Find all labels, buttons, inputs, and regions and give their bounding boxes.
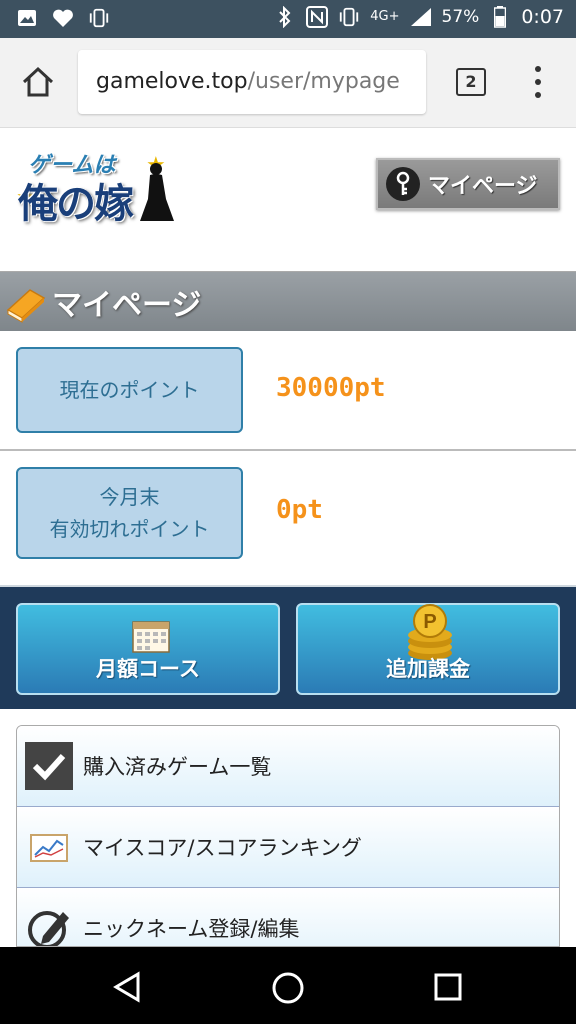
key-icon	[386, 167, 420, 201]
browser-menu-button[interactable]	[530, 66, 546, 98]
checkbox-icon	[25, 742, 73, 790]
recents-square-icon	[434, 973, 462, 1001]
url-path: /user/mypage	[247, 69, 400, 94]
nfc-icon	[306, 6, 329, 28]
menu-item-label: ニックネーム登録/編集	[83, 917, 300, 941]
android-nav-bar	[0, 947, 576, 1024]
menu-item-purchased-games[interactable]: 購入済みゲーム一覧	[17, 726, 559, 807]
svg-text:P: P	[423, 611, 436, 633]
bluetooth-icon	[274, 6, 296, 28]
additional-charge-button[interactable]: P 追加課金	[296, 603, 560, 695]
home-circle-icon	[272, 972, 304, 1004]
menu-item-nickname-edit[interactable]: ニックネーム登録/編集	[17, 888, 559, 946]
action-band: 月額コース P 追加課金	[0, 585, 576, 709]
vibrate-icon	[88, 7, 110, 29]
battery-icon	[489, 6, 511, 28]
book-icon	[6, 288, 46, 323]
back-button[interactable]	[112, 971, 144, 1003]
expiring-points-row: 今月末 有効切れポイント 0pt	[0, 451, 576, 585]
chart-icon	[30, 834, 68, 862]
url-host: gamelove.top	[96, 69, 248, 94]
site-logo[interactable]: ★ ★ ゲームは 俺の嫁	[16, 145, 174, 227]
logo-main-text: 俺の嫁	[18, 180, 134, 227]
monthly-course-button[interactable]: 月額コース	[16, 603, 280, 695]
menu-item-label: マイスコア/スコアランキング	[83, 836, 362, 860]
site-header: ★ ★ ゲームは 俺の嫁 マイページ	[0, 129, 576, 271]
page-title: マイページ	[52, 287, 202, 323]
section-header: マイページ	[0, 271, 576, 331]
network-type: 4G+	[370, 9, 400, 24]
signal-icon	[410, 6, 432, 28]
heart-icon	[52, 7, 74, 29]
current-points-row: 現在のポイント 30000pt	[0, 331, 576, 451]
clock: 0:07	[521, 6, 564, 28]
home-icon	[22, 66, 54, 97]
edit-icon	[28, 911, 69, 946]
battery-percent: 57%	[441, 7, 480, 27]
mypage-button-label: マイページ	[428, 174, 538, 199]
tab-switcher-button[interactable]: 2	[456, 68, 486, 96]
browser-toolbar: gamelove.top/user/mypage 2	[0, 38, 576, 128]
home-nav-button[interactable]	[271, 971, 304, 1004]
home-button[interactable]	[20, 64, 56, 100]
bride-silhouette-icon	[140, 163, 174, 221]
mypage-button[interactable]: マイページ	[376, 158, 560, 210]
current-points-value: 30000pt	[276, 373, 386, 403]
monthly-course-label: 月額コース	[96, 657, 200, 681]
image-notification-icon	[16, 7, 38, 29]
current-points-label: 現在のポイント	[16, 347, 243, 433]
additional-charge-label: 追加課金	[386, 657, 470, 681]
status-bar: 4G+ 57% 0:07	[0, 0, 576, 38]
expiring-points-value: 0pt	[276, 495, 323, 525]
recents-button[interactable]	[432, 971, 464, 1003]
expiring-points-label: 今月末 有効切れポイント	[16, 467, 243, 559]
calendar-icon	[132, 621, 170, 653]
menu-item-label: 購入済みゲーム一覧	[83, 755, 272, 779]
back-triangle-icon	[113, 971, 140, 1003]
menu-item-score-ranking[interactable]: マイスコア/スコアランキング	[17, 807, 559, 888]
url-bar[interactable]: gamelove.top/user/mypage	[78, 50, 426, 114]
menu-list: 購入済みゲーム一覧 マイスコア/スコアランキング ニックネーム登録/編集	[16, 725, 560, 947]
vibrate-mode-icon	[338, 6, 360, 28]
